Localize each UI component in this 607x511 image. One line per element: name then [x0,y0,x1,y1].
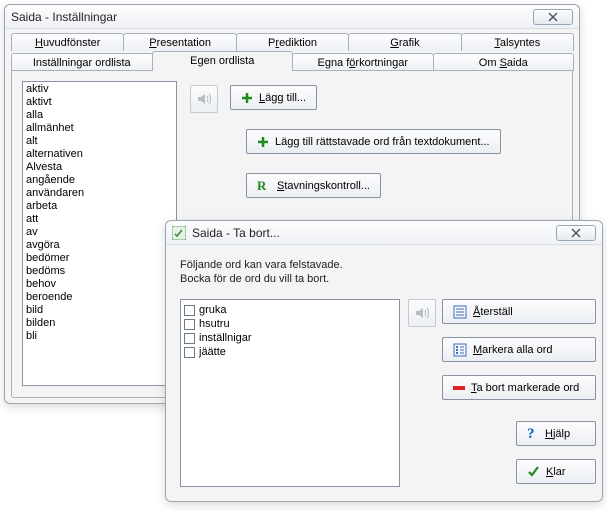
close-icon [548,12,558,22]
tab-prediktion[interactable]: Prediktion [236,33,349,51]
misspelled-label: hsutru [199,317,230,331]
minus-icon [453,386,465,390]
help-button[interactable]: ? Hjälp [516,421,596,446]
button-label: Lägg till rättstavade ord från textdokum… [275,136,490,148]
remove-marked-button[interactable]: Ta bort markerade ord [442,375,596,400]
misspelled-label: inställnigar [199,331,252,345]
tab-egna-forkortningar[interactable]: Egna förkortningar [292,53,434,71]
wordlist-item[interactable]: bedömer [23,252,176,265]
wordlist-item[interactable]: angående [23,174,176,187]
wordlist-item[interactable]: alternativen [23,148,176,161]
settings-titlebar: Saida - Inställningar [5,5,579,29]
tab-installningar-ordlista[interactable]: Inställningar ordlista [11,53,153,71]
wordlist-item[interactable]: beroende [23,291,176,304]
tab-row-2: Inställningar ordlista Egen ordlista Egn… [11,51,573,71]
button-label: a bort markerade ord [477,382,580,394]
list-icon [453,305,467,319]
button-label: lar [553,466,565,478]
speaker-icon [414,305,430,321]
wordlist-item[interactable]: användaren [23,187,176,200]
wordlist-item[interactable]: alt [23,135,176,148]
saida-app-icon [172,226,186,240]
remove-title: Saida - Ta bort... [172,226,280,240]
wordlist-item[interactable]: att [23,213,176,226]
close-button[interactable] [556,225,596,241]
misspelled-label: jäätte [199,345,226,359]
wordlist-item[interactable]: aktiv [23,83,176,96]
settings-title: Saida - Inställningar [11,10,117,24]
add-button[interactable]: Lägg till... [230,85,317,110]
wordlist-item[interactable]: Alvesta [23,161,176,174]
plus-icon [241,92,253,104]
checkbox[interactable] [184,305,195,316]
close-button[interactable] [533,9,573,25]
tab-label: Inställningar ordlista [33,57,131,69]
spellcheck-button[interactable]: R Stavningskontroll... [246,173,381,198]
remove-titlebar: Saida - Ta bort... [166,221,602,245]
misspelled-label: gruka [199,303,227,317]
list-check-icon [453,343,467,357]
tab-label: uvudfönster [43,37,100,49]
speaker-icon [196,91,212,107]
button-label: tavningskontroll... [284,180,370,192]
remove-body: Följande ord kan vara felstavade. Bocka … [166,245,602,501]
checkbox[interactable] [184,333,195,344]
checkbox[interactable] [184,347,195,358]
wordlist-item[interactable]: aktivt [23,96,176,109]
misspelled-item[interactable]: hsutru [184,317,396,331]
wordlist-item[interactable]: bild [23,304,176,317]
tab-egen-ordlista[interactable]: Egen ordlista [152,51,294,71]
misspelled-item[interactable]: gruka [184,303,396,317]
close-icon [571,228,581,238]
wordlist-item[interactable]: arbeta [23,200,176,213]
wordlist-item[interactable]: bedöms [23,265,176,278]
tab-talsyntes[interactable]: Talsyntes [461,33,574,51]
mark-all-button[interactable]: Markera alla ord [442,337,596,362]
tab-row-1: Huvudfönster Presentation Prediktion Gra… [11,33,573,51]
plus-icon [257,136,269,148]
wordlist-item[interactable]: behov [23,278,176,291]
tab-huvudfonster[interactable]: Huvudfönster [11,33,124,51]
instruction-2: Bocka för de ord du vill ta bort. [180,273,588,285]
instruction-1: Följande ord kan vara felstavade. [180,259,588,271]
speaker-button[interactable] [408,299,436,327]
button-label: ägg till... [265,92,306,104]
tab-label: aida [507,57,528,69]
wordlist-item[interactable]: bilden [23,317,176,330]
tab-label: Egen ordlista [190,55,254,67]
wordlist-item[interactable]: av [23,226,176,239]
tab-presentation[interactable]: Presentation [123,33,236,51]
checkbox[interactable] [184,319,195,330]
done-button[interactable]: Klar [516,459,596,484]
reset-button[interactable]: Återställ [442,299,596,324]
tab-label: resentation [157,37,211,49]
tab-label: rafik [399,37,420,49]
misspelled-item[interactable]: jäätte [184,345,396,359]
wordlist-item[interactable]: bli [23,330,176,343]
tab-label: rkortningar [355,57,408,69]
button-label: jälp [553,428,570,440]
speaker-button[interactable] [190,85,218,113]
tab-label: ediktion [279,37,317,49]
tab-om-saida[interactable]: Om Saida [433,53,575,71]
wordlist-item[interactable]: alla [23,109,176,122]
misspelled-item[interactable]: inställnigar [184,331,396,345]
misspelled-list[interactable]: grukahsutruinställnigarjäätte [180,299,400,487]
wordlist-item[interactable]: allmänhet [23,122,176,135]
wordlist-box[interactable]: aktivaktivtallaallmänhetaltalternativenA… [22,81,177,386]
check-icon [527,465,540,478]
tab-label: alsyntes [500,37,540,49]
button-label: arkera alla ord [482,344,552,356]
button-label: terställ [480,306,512,318]
tab-grafik[interactable]: Grafik [348,33,461,51]
wordlist-item[interactable]: avgöra [23,239,176,252]
remove-title-text: Saida - Ta bort... [192,226,280,240]
add-from-doc-button[interactable]: Lägg till rättstavade ord från textdokum… [246,129,501,154]
spellcheck-r-icon: R [257,179,271,193]
remove-window: Saida - Ta bort... Följande ord kan vara… [165,220,603,502]
question-icon: ? [527,428,539,440]
